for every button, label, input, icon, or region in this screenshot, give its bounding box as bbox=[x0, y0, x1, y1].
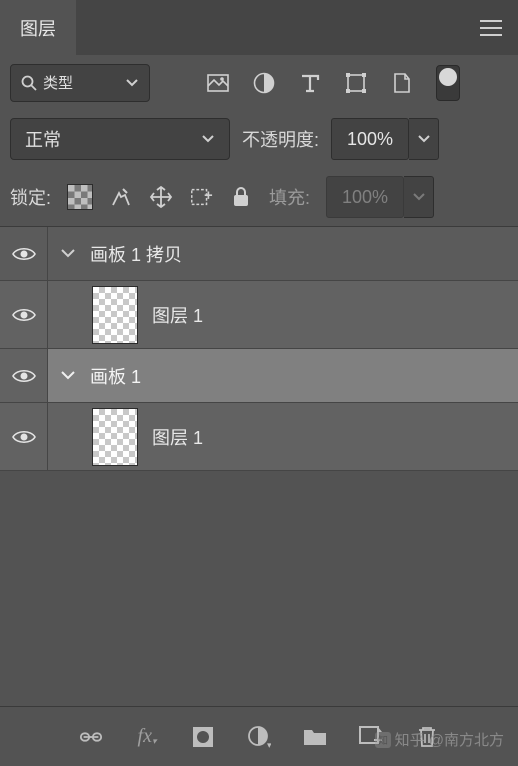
layer-row[interactable]: 图层 1 bbox=[0, 403, 518, 471]
chevron-down-icon[interactable] bbox=[60, 248, 76, 260]
watermark-text: 知乎 @南方北方 bbox=[395, 729, 504, 750]
panel-tab-label: 图层 bbox=[20, 15, 56, 41]
filter-pixel-icon[interactable] bbox=[206, 71, 230, 95]
artboard-group-row[interactable]: 画板 1 拷贝 bbox=[0, 227, 518, 281]
new-group-icon[interactable] bbox=[303, 725, 327, 749]
opacity-dropdown[interactable] bbox=[409, 118, 439, 160]
link-layers-icon[interactable] bbox=[79, 725, 103, 749]
svg-text:知: 知 bbox=[378, 734, 388, 747]
zhihu-icon: 知 bbox=[375, 732, 391, 748]
visibility-toggle[interactable] bbox=[0, 227, 48, 280]
artboard-group-row[interactable]: 画板 1 bbox=[0, 349, 518, 403]
layer-thumbnail[interactable] bbox=[92, 286, 138, 344]
panel-tab-layers[interactable]: 图层 bbox=[0, 0, 76, 55]
layer-effects-icon[interactable]: fx▾ bbox=[135, 725, 159, 749]
chevron-down-icon[interactable] bbox=[60, 370, 76, 382]
visibility-toggle[interactable] bbox=[0, 349, 48, 402]
chevron-down-icon bbox=[201, 134, 215, 144]
layer-name[interactable]: 图层 1 bbox=[152, 302, 203, 328]
lock-image-icon[interactable] bbox=[109, 185, 133, 209]
lock-position-icon[interactable] bbox=[149, 185, 173, 209]
blend-mode-select[interactable]: 正常 bbox=[10, 118, 230, 160]
filter-smartobject-icon[interactable] bbox=[390, 71, 414, 95]
layer-name[interactable]: 画板 1 bbox=[90, 363, 141, 389]
lock-artboard-icon[interactable] bbox=[189, 185, 213, 209]
search-icon bbox=[21, 75, 37, 91]
panel-menu-icon[interactable] bbox=[480, 20, 502, 36]
filter-select-label: 类型 bbox=[43, 72, 73, 93]
opacity-value-input[interactable]: 100% bbox=[331, 118, 409, 160]
toggle-knob bbox=[439, 68, 457, 86]
filter-toggle[interactable] bbox=[436, 65, 460, 101]
chevron-down-icon bbox=[125, 78, 139, 88]
layers-list: 画板 1 拷贝 图层 1 画板 1 图层 1 bbox=[0, 227, 518, 471]
blend-mode-label: 正常 bbox=[25, 126, 61, 152]
layer-row[interactable]: 图层 1 bbox=[0, 281, 518, 349]
opacity-value-text: 100% bbox=[347, 129, 393, 150]
visibility-toggle[interactable] bbox=[0, 281, 48, 348]
layer-filter-select[interactable]: 类型 bbox=[10, 64, 150, 102]
filter-adjustment-icon[interactable] bbox=[252, 71, 276, 95]
fill-dropdown[interactable] bbox=[404, 176, 434, 218]
add-adjustment-icon[interactable]: ▾ bbox=[247, 725, 271, 749]
filter-type-icon[interactable] bbox=[298, 71, 322, 95]
filter-shape-icon[interactable] bbox=[344, 71, 368, 95]
layer-name[interactable]: 画板 1 拷贝 bbox=[90, 241, 182, 267]
fill-value-input[interactable]: 100% bbox=[326, 176, 404, 218]
lock-label: 锁定: bbox=[10, 184, 51, 210]
lock-transparency-icon[interactable] bbox=[67, 184, 93, 210]
opacity-label: 不透明度: bbox=[242, 126, 319, 152]
layer-thumbnail[interactable] bbox=[92, 408, 138, 466]
add-mask-icon[interactable] bbox=[191, 725, 215, 749]
fill-value-text: 100% bbox=[342, 187, 388, 208]
fill-label: 填充: bbox=[269, 184, 310, 210]
visibility-toggle[interactable] bbox=[0, 403, 48, 470]
lock-all-icon[interactable] bbox=[229, 185, 253, 209]
svg-text:▾: ▾ bbox=[267, 740, 271, 749]
watermark: 知 知乎 @南方北方 bbox=[375, 729, 504, 750]
layer-name[interactable]: 图层 1 bbox=[152, 424, 203, 450]
